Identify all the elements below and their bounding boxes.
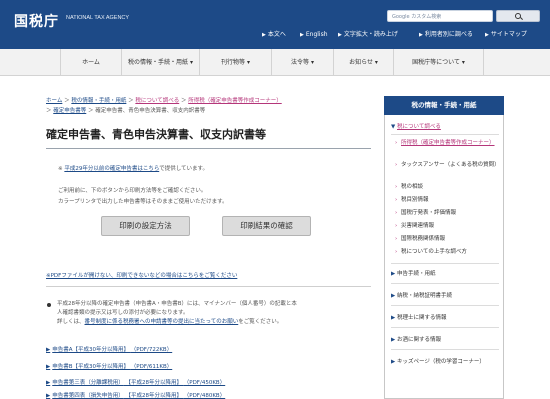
color-print-text: カラープリンタで出力した申告書等はそのままご使用いただけます。 bbox=[58, 199, 228, 205]
search-button[interactable] bbox=[496, 10, 540, 22]
sidebar-divider bbox=[391, 283, 499, 284]
intro-text: ご利用前に、下のボタンから印刷方法等をご確認ください。 bbox=[58, 188, 207, 194]
util-link-by-user[interactable]: ▶ 利用者別に調べる bbox=[419, 31, 473, 41]
sidebar-item-international[interactable]: › 国際税務関係情報 bbox=[395, 235, 501, 243]
archive-note: ※ 平成29年分以前の確定申告書はこちらで提供しています。 bbox=[58, 166, 208, 172]
arrow-icon: ▶ bbox=[46, 364, 51, 370]
pdf-help-link[interactable]: ※PDFファイルが開けない、印刷できないなどの場合はこちらをご覧ください bbox=[46, 271, 237, 279]
nav-home[interactable]: ホーム bbox=[60, 49, 122, 76]
page-title: 確定申告書、青色申告決算書、収支内訳書等 bbox=[46, 128, 266, 141]
util-link-sitemap[interactable]: ▶ サイトマップ bbox=[485, 31, 527, 41]
arrow-icon: ▶ bbox=[46, 393, 51, 399]
sidebar-item-liquor[interactable]: ▶ お酒に関する情報 bbox=[391, 336, 501, 344]
print-check-button[interactable]: 印刷結果の確認 bbox=[222, 216, 311, 236]
nav-about[interactable]: 国税庁等について ▾ bbox=[394, 49, 484, 76]
info-line-3: 詳しくは、番号制度に係る税務署への申請書等の提出に当たってのお願いをご覧ください… bbox=[57, 319, 283, 325]
nav-tax-info[interactable]: 税の情報・手続・用紙 ▾ bbox=[122, 49, 200, 76]
print-settings-button[interactable]: 印刷の設定方法 bbox=[101, 216, 190, 236]
mynumber-link[interactable]: 番号制度に係る税務署への申請書等の提出に当たってのお願い bbox=[85, 319, 239, 325]
sidebar-item-announcements[interactable]: › 国税庁発表・評価情報 bbox=[395, 209, 501, 217]
sidebar-item-research-tips[interactable]: › 税についての上手な調べ方 bbox=[395, 248, 501, 256]
arrow-icon: ▶ bbox=[419, 32, 423, 38]
site-logo[interactable]: 国税庁 bbox=[14, 11, 59, 31]
search-input[interactable]: Google カスタム検索 bbox=[387, 10, 493, 22]
nav-laws[interactable]: 法令等 ▾ bbox=[272, 49, 334, 76]
arrow-icon: ▶ bbox=[338, 32, 342, 38]
sidebar-item-kids[interactable]: ▶ キッズページ（税の学習コーナー） bbox=[391, 358, 501, 366]
arrow-icon: ▶ bbox=[46, 380, 51, 386]
crumb-current: 確定申告書、青色申告決算書、収支内訳書等 bbox=[95, 108, 206, 114]
sidebar-item-tax-answer[interactable]: › タックスアンサー（よくある税の質問） bbox=[395, 161, 501, 169]
sidebar-item-research[interactable]: ▼ 税について調べる bbox=[391, 123, 501, 131]
sidebar-item-disaster[interactable]: › 災害関連情報 bbox=[395, 222, 501, 230]
bullet-icon bbox=[47, 303, 51, 307]
section-divider bbox=[46, 286, 371, 287]
util-link-accessibility[interactable]: ▶ 文字拡大・読み上げ bbox=[338, 31, 398, 41]
sidebar: ▼ 税について調べる › 所得税（確定申告書等作成コーナー） › タックスアンサー（よ… bbox=[384, 115, 504, 399]
info-line-2: 人確認書類の提示又は写しの添付が必要になります。 bbox=[57, 310, 189, 316]
arrow-icon: ▶ bbox=[46, 347, 51, 353]
sidebar-divider bbox=[391, 327, 499, 328]
sidebar-divider bbox=[391, 263, 499, 264]
crumb-forms[interactable]: 確定申告書等 bbox=[53, 108, 86, 114]
form-link-a[interactable]: ▶ 申告書A【平成30年分以降用】 （PDF/722KB） bbox=[46, 345, 172, 354]
form-link-b[interactable]: ▶ 申告書B【平成30年分以降用】 （PDF/611KB） bbox=[46, 362, 172, 371]
info-line-1: 平成28年分以降の確定申告書（申告書A・申告書B）には、マイナンバー（個人番号）… bbox=[57, 301, 297, 307]
form-link-fourth[interactable]: ▶ 申告書第四表（損失申告用） 【平成28年分以降用】 （PDF/480KB） bbox=[46, 391, 225, 399]
crumb-income-tax[interactable]: 所得税（確定申告書等作成コーナー） bbox=[188, 98, 282, 104]
sidebar-divider bbox=[391, 349, 499, 350]
sidebar-title[interactable]: 税の情報・手続・用紙 bbox=[384, 96, 504, 115]
sidebar-divider bbox=[391, 134, 499, 135]
site-logo-en: NATIONAL TAX AGENCY bbox=[66, 15, 130, 21]
arrow-icon: ▶ bbox=[485, 32, 489, 38]
nav-publications[interactable]: 刊行物等 ▾ bbox=[200, 49, 272, 76]
nav-notices[interactable]: お知らせ ▾ bbox=[334, 49, 394, 76]
sidebar-item-filing[interactable]: ▶ 申告手続・用紙 bbox=[391, 270, 501, 278]
breadcrumb: ホーム ＞ 税の情報・手続・用紙 ＞ 税について調べる ＞ 所得税（確定申告書等… bbox=[46, 98, 282, 114]
sidebar-item-consultation[interactable]: › 税の相談 bbox=[395, 183, 501, 191]
util-link-main[interactable]: ▶ 本文へ bbox=[262, 31, 286, 41]
crumb-home[interactable]: ホーム bbox=[46, 98, 62, 104]
sidebar-item-tax-category[interactable]: › 税目別情報 bbox=[395, 196, 501, 204]
form-link-third[interactable]: ▶ 申告書第三表（分離課税用） 【平成28年分以降用】 （PDF/450KB） bbox=[46, 378, 225, 387]
util-link-english[interactable]: ▶ English bbox=[300, 31, 328, 41]
arrow-icon: ▶ bbox=[300, 32, 304, 38]
main-nav: ホーム 税の情報・手続・用紙 ▾ 刊行物等 ▾ 法令等 ▾ お知らせ ▾ 国税庁… bbox=[0, 49, 550, 76]
arrow-icon: ▶ bbox=[262, 32, 266, 38]
sidebar-divider bbox=[391, 305, 499, 306]
site-header: 国税庁 NATIONAL TAX AGENCY Google カスタム検索 ▶ 本… bbox=[0, 0, 550, 49]
search-icon bbox=[515, 13, 521, 19]
archive-link[interactable]: 平成29年分以前の確定申告書はこちら bbox=[64, 166, 159, 172]
crumb-tax-info[interactable]: 税の情報・手続・用紙 bbox=[71, 98, 126, 104]
sidebar-item-payment[interactable]: ▶ 納税・納税証明書手続 bbox=[391, 292, 501, 300]
sidebar-item-income-tax[interactable]: › 所得税（確定申告書等作成コーナー） bbox=[395, 139, 501, 147]
title-divider bbox=[46, 148, 371, 149]
sidebar-item-tax-accountant[interactable]: ▶ 税理士に関する情報 bbox=[391, 314, 501, 322]
crumb-research[interactable]: 税について調べる bbox=[135, 98, 179, 104]
